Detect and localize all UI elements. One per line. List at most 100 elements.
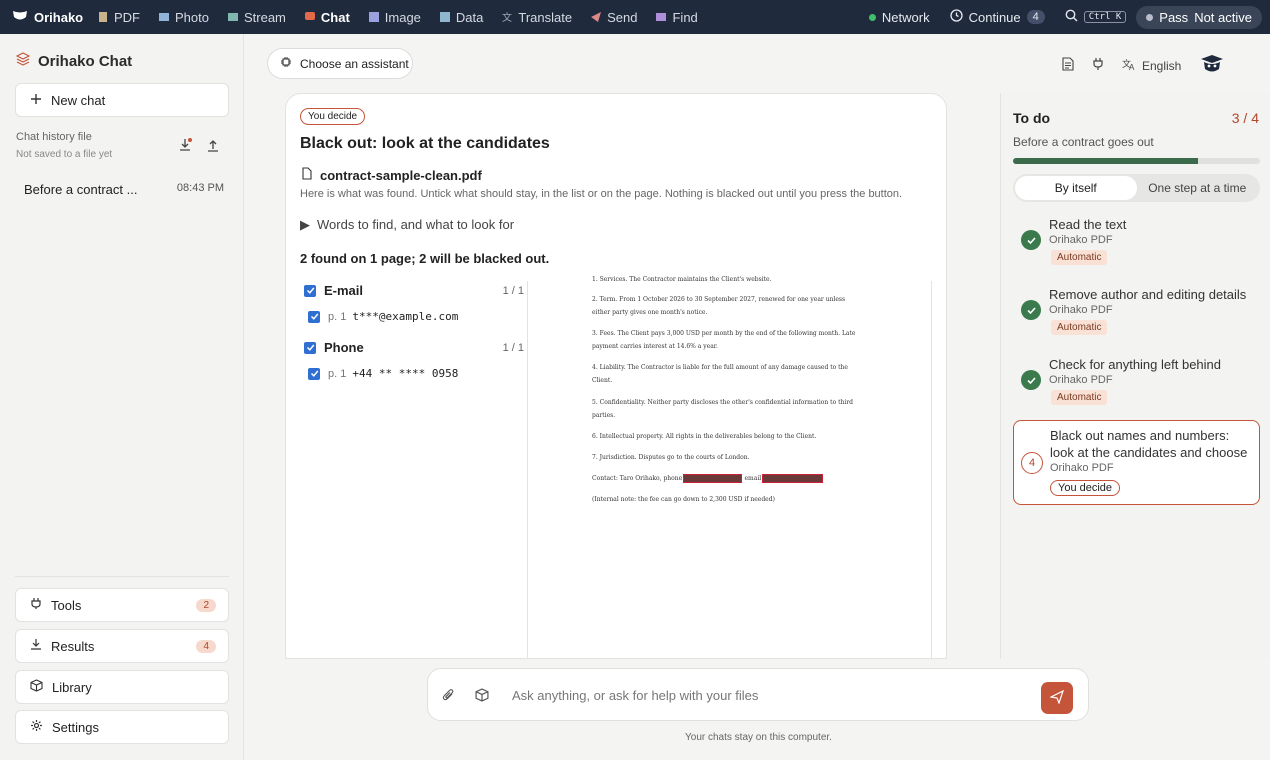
document-line: 3. Fees. The Client pays 3,000 USD per m… bbox=[592, 330, 856, 337]
document-line: (Internal note: the fee can go down to 2… bbox=[592, 496, 775, 503]
todo-count: 3 / 4 bbox=[1231, 110, 1259, 126]
chat-history-title: Before a contract ... bbox=[24, 182, 138, 197]
step-title: Check for anything left behind bbox=[1049, 357, 1221, 372]
svg-text:A: A bbox=[1129, 63, 1135, 71]
todo-step-3[interactable]: Check for anything left behind Orihako P… bbox=[1013, 357, 1260, 413]
redaction-candidate-phone[interactable]: +44 20 7946 0958 bbox=[683, 474, 742, 483]
send-icon bbox=[1049, 689, 1065, 707]
layers-icon bbox=[15, 52, 31, 70]
document-contact-line: Contact: Taro Orihako, phone +44 20 7946… bbox=[592, 474, 823, 483]
todo-subtitle: Before a contract goes out bbox=[1013, 135, 1154, 149]
group-phone[interactable]: Phone 1 / 1 bbox=[304, 340, 524, 355]
nav-image[interactable]: Image bbox=[359, 0, 430, 34]
nav-chat[interactable]: Chat bbox=[295, 0, 359, 34]
checkbox-checked-icon[interactable] bbox=[304, 341, 316, 354]
pass-status-pill[interactable]: Pass Not active bbox=[1136, 5, 1262, 29]
mode-by-itself[interactable]: By itself bbox=[1015, 176, 1137, 200]
photo-icon bbox=[158, 11, 170, 23]
step-source: Orihako PDF bbox=[1049, 374, 1113, 386]
plug-icon bbox=[30, 597, 42, 613]
paperclip-icon[interactable] bbox=[442, 688, 455, 705]
tools-button[interactable]: Tools 2 bbox=[15, 588, 229, 622]
image-icon bbox=[368, 11, 380, 23]
history-actions bbox=[178, 138, 220, 155]
document-line: 4. Liability. The Contractor is liable f… bbox=[592, 364, 848, 371]
download-icon bbox=[30, 638, 42, 654]
group-email[interactable]: E-mail 1 / 1 bbox=[304, 283, 524, 298]
todo-step-1[interactable]: Read the text Orihako PDF Automatic bbox=[1013, 217, 1260, 273]
checkbox-checked-icon[interactable] bbox=[308, 367, 320, 380]
group-name: Phone bbox=[324, 340, 364, 355]
todo-step-4-current[interactable]: 4 Black out names and numbers: look at t… bbox=[1013, 420, 1260, 505]
nav-find[interactable]: Find bbox=[646, 0, 706, 34]
nav-label: Translate bbox=[518, 9, 573, 25]
upload-icon[interactable] bbox=[206, 138, 220, 155]
assistant-mascot-icon[interactable] bbox=[1199, 53, 1225, 78]
candidate-item[interactable]: p. 1 t***@example.com bbox=[308, 310, 458, 323]
continue-label: Continue bbox=[968, 9, 1021, 25]
plus-icon bbox=[30, 93, 42, 108]
search-terms-toggle[interactable]: ▶ Words to find, and what to look for bbox=[300, 217, 514, 233]
nav-label: Stream bbox=[243, 9, 286, 25]
command-search[interactable]: Ctrl K bbox=[1055, 9, 1137, 25]
found-summary: 2 found on 1 page; 2 will be blacked out… bbox=[300, 251, 550, 266]
nav-stream[interactable]: Stream bbox=[218, 0, 295, 34]
language-label: English bbox=[1142, 58, 1182, 73]
nav-photo[interactable]: Photo bbox=[149, 0, 218, 34]
document-line: 7. Jurisdiction. Disputes go to the cour… bbox=[592, 454, 750, 461]
continue-count-badge: 4 bbox=[1026, 10, 1045, 24]
message-input[interactable] bbox=[512, 683, 1032, 707]
redaction-candidate-email[interactable]: taro@example.com bbox=[762, 474, 823, 483]
document-icon[interactable] bbox=[1062, 57, 1074, 74]
language-selector[interactable]: 文A English bbox=[1122, 58, 1181, 74]
shortcut-hint: Ctrl K bbox=[1083, 11, 1127, 23]
pass-dot-icon bbox=[1146, 13, 1154, 21]
plug-icon[interactable] bbox=[1092, 57, 1104, 74]
mode-one-step[interactable]: One step at a time bbox=[1137, 176, 1259, 200]
translate-icon: 文 bbox=[501, 11, 513, 24]
continue-button[interactable]: Continue 4 bbox=[940, 9, 1055, 25]
chat-history-item[interactable]: Before a contract ... 08:43 PM bbox=[24, 182, 224, 197]
group-ratio: 1 / 1 bbox=[502, 341, 524, 354]
app-brand[interactable]: Orihako bbox=[0, 10, 88, 25]
nav-translate[interactable]: 文 Translate bbox=[492, 0, 581, 34]
tools-count-badge: 2 bbox=[196, 598, 216, 612]
checkbox-checked-icon[interactable] bbox=[304, 284, 316, 297]
header-actions: 文A English bbox=[1062, 53, 1225, 78]
send-button[interactable] bbox=[1041, 682, 1073, 714]
download-icon[interactable] bbox=[178, 138, 192, 155]
library-button[interactable]: Library bbox=[15, 670, 229, 704]
todo-step-2[interactable]: Remove author and editing details Orihak… bbox=[1013, 287, 1260, 343]
instructions-text: Here is what was found. Untick what shou… bbox=[300, 188, 903, 200]
candidate-value: t***@example.com bbox=[352, 310, 459, 323]
step-tag: Automatic bbox=[1051, 390, 1108, 405]
file-icon bbox=[302, 167, 312, 183]
new-chat-label: New chat bbox=[51, 92, 106, 108]
todo-title: To do bbox=[1013, 110, 1051, 126]
triangle-right-icon: ▶ bbox=[300, 217, 310, 232]
message-composer bbox=[427, 668, 1089, 721]
candidate-page: p. 1 bbox=[328, 310, 347, 323]
group-name: E-mail bbox=[324, 283, 364, 298]
nav-data[interactable]: Data bbox=[430, 0, 492, 34]
nav-pdf[interactable]: PDF bbox=[88, 0, 149, 34]
box-icon[interactable] bbox=[475, 688, 489, 705]
tools-label: Tools bbox=[51, 597, 82, 613]
document-preview[interactable]: 1. Services. The Contractor maintains th… bbox=[529, 276, 932, 658]
settings-label: Settings bbox=[52, 719, 99, 735]
document-line: 6. Intellectual property. All rights in … bbox=[592, 433, 817, 440]
step-tag: Automatic bbox=[1051, 250, 1108, 265]
checkmark-icon bbox=[1021, 300, 1041, 320]
results-button[interactable]: Results 4 bbox=[15, 629, 229, 663]
nav-label: PDF bbox=[114, 9, 140, 25]
new-chat-button[interactable]: New chat bbox=[15, 83, 229, 117]
network-status[interactable]: Network bbox=[859, 10, 940, 25]
settings-button[interactable]: Settings bbox=[15, 710, 229, 744]
candidate-item[interactable]: p. 1 +44 ** **** 0958 bbox=[308, 367, 458, 380]
card-title: Black out: look at the candidates bbox=[300, 135, 550, 152]
nav-send[interactable]: Send bbox=[581, 0, 646, 34]
checkbox-checked-icon[interactable] bbox=[308, 310, 320, 323]
file-name: contract-sample-clean.pdf bbox=[320, 167, 482, 183]
checkmark-icon bbox=[1021, 370, 1041, 390]
choose-assistant-button[interactable]: Choose an assistant bbox=[267, 48, 413, 79]
